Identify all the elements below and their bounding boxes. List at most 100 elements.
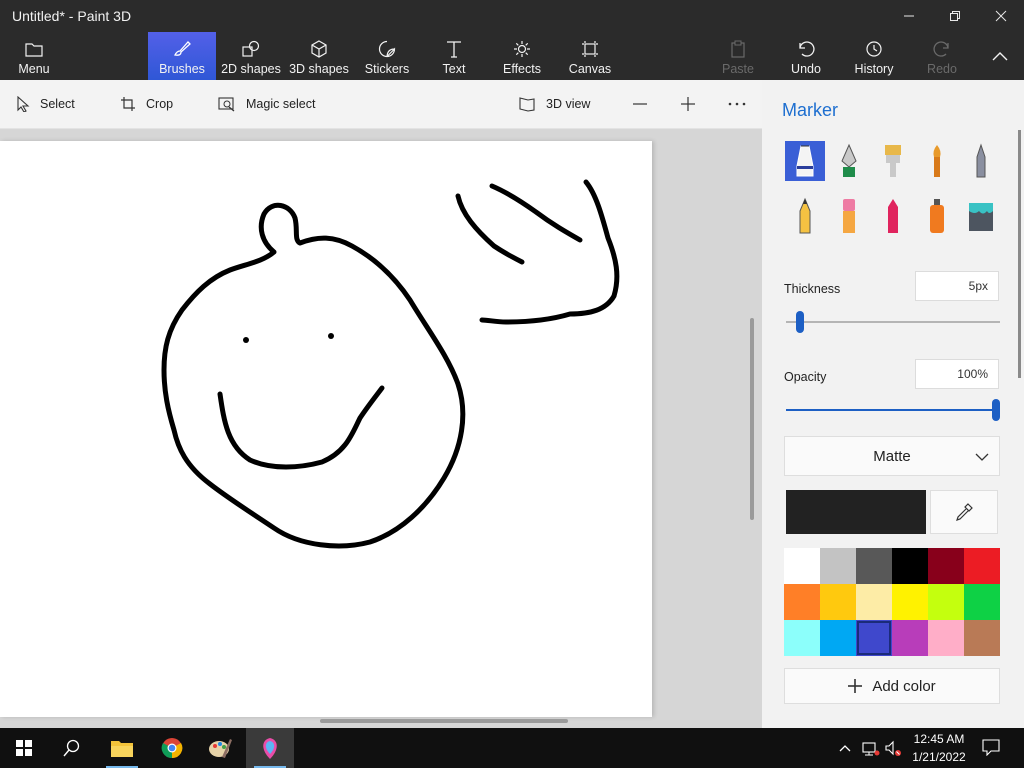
crayon-brush[interactable] [873,196,913,236]
tab-effects[interactable]: Effects [496,32,548,80]
3d-view-icon [519,97,535,112]
clipboard-icon [730,38,746,60]
drawing-canvas[interactable] [0,141,652,717]
magic-select-button[interactable]: Magic select [218,80,315,128]
spray-can-brush[interactable] [917,196,957,236]
thickness-slider-track[interactable] [786,321,1000,323]
network-icon [862,742,880,756]
windows-logo-icon [16,740,32,756]
color-swatch[interactable] [892,584,928,620]
thickness-label: Thickness [784,282,841,296]
select-button[interactable]: Select [16,80,75,128]
search-icon [63,739,80,757]
undo-button[interactable]: Undo [782,32,830,80]
close-button[interactable] [978,0,1024,32]
tab-stickers[interactable]: Stickers [360,32,414,80]
ellipsis-icon [728,102,746,106]
current-color-swatch[interactable] [786,490,926,534]
minimize-button[interactable] [886,0,932,32]
oil-brush[interactable] [873,141,913,181]
eraser-brush[interactable] [829,196,869,236]
tab-2d-shapes[interactable]: 2D shapes [220,32,282,80]
color-swatch[interactable] [856,584,892,620]
crop-button[interactable]: Crop [120,80,173,128]
color-swatch[interactable] [964,620,1000,656]
folder-icon [111,741,133,757]
left-eye-dot [243,337,249,343]
opacity-slider-thumb[interactable] [992,399,1000,421]
zoom-out-button[interactable] [632,80,658,128]
tab-3d-shapes[interactable]: 3D shapes [288,32,350,80]
restore-button[interactable] [932,0,978,32]
color-swatch[interactable] [784,584,820,620]
color-swatch[interactable] [892,620,928,656]
color-swatch[interactable] [928,620,964,656]
calligraphy-pen-brush[interactable] [829,141,869,181]
thickness-slider-thumb[interactable] [796,311,805,333]
paste-button[interactable]: Paste [714,32,762,80]
zoom-in-button[interactable] [680,80,706,128]
chrome-taskbar-button[interactable] [148,728,196,768]
color-swatch[interactable] [928,584,964,620]
color-swatch[interactable] [928,548,964,584]
tab-text[interactable]: Text [428,32,480,80]
tab-canvas[interactable]: Canvas [564,32,616,80]
brush-icon [172,38,192,60]
tab-brushes[interactable]: Brushes [148,32,216,80]
add-color-button[interactable]: Add color [784,668,1000,704]
color-swatch[interactable] [964,548,1000,584]
panel-title: Marker [782,100,839,120]
redo-button[interactable]: Redo [918,32,966,80]
marker-brush[interactable] [785,141,825,181]
more-options-button[interactable] [728,80,756,128]
opacity-value-field[interactable]: 100% [915,359,999,389]
panel-scrollbar[interactable] [1018,130,1021,378]
system-clock[interactable]: 12:45 AM 1/21/2022 [902,730,976,766]
finish-dropdown[interactable]: Matte [784,436,1000,476]
file-explorer-taskbar-button[interactable] [98,728,146,768]
start-button[interactable] [0,728,48,768]
paint-taskbar-button[interactable] [196,728,244,768]
opacity-slider-track[interactable] [786,409,1000,411]
pixel-pen-brush[interactable] [961,141,1001,181]
color-swatch[interactable] [820,620,856,656]
canvas-horizontal-scrollbar[interactable] [320,719,568,723]
color-swatch[interactable] [856,548,892,584]
clock-date: 1/21/2022 [912,750,966,764]
sun-icon [513,38,531,60]
pencil-brush[interactable] [785,196,825,236]
menu-button[interactable]: Menu [10,32,58,80]
thickness-value-field[interactable]: 5px [915,271,999,301]
color-swatch[interactable] [784,620,820,656]
volume-button[interactable] [884,738,902,763]
text-icon [446,38,462,60]
color-swatch[interactable] [964,584,1000,620]
pencil-icon [799,197,811,234]
color-swatch[interactable] [892,548,928,584]
notifications-button[interactable] [982,738,1000,761]
color-swatch[interactable] [820,548,856,584]
fill-brush[interactable] [961,196,1001,236]
color-swatch[interactable] [820,584,856,620]
fill-bucket-icon [969,203,993,231]
network-status-button[interactable] [862,738,880,763]
collapse-ribbon-button[interactable] [984,32,1016,80]
search-button[interactable] [48,728,96,768]
watercolor-brush[interactable] [917,141,957,181]
show-hidden-icons-button[interactable] [838,738,852,763]
canvas-vertical-scrollbar[interactable] [750,318,754,520]
marker-icon [796,145,814,177]
history-button[interactable]: History [850,32,898,80]
eyedropper-button[interactable] [930,490,998,534]
volume-muted-icon [885,740,901,756]
oil-brush-icon [885,145,901,177]
cursor-icon [17,96,30,112]
chevron-down-icon [975,453,989,461]
paint-3d-taskbar-button[interactable] [246,728,294,768]
3d-view-button[interactable]: 3D view [518,80,590,128]
color-swatch[interactable] [856,620,892,656]
pixel-pen-icon [976,143,986,178]
canvas-icon [581,38,599,60]
history-icon [865,38,883,60]
color-swatch[interactable] [784,548,820,584]
